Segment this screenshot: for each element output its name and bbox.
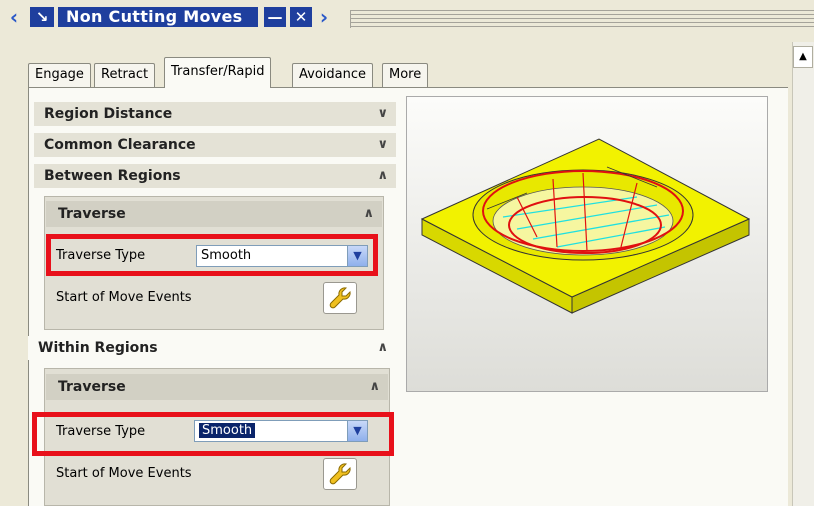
section-label: Within Regions — [38, 340, 158, 356]
close-icon[interactable]: ✕ — [290, 7, 312, 27]
tab-more[interactable]: More — [382, 63, 429, 87]
between-wrench-button[interactable] — [323, 282, 357, 314]
title-grip[interactable] — [350, 10, 814, 28]
title-bar: ‹ ↘ Non Cutting Moves — ✕ › — [0, 0, 814, 32]
section-common-clearance[interactable]: Common Clearance ∨ — [34, 133, 396, 157]
section-label: Between Regions — [44, 168, 181, 184]
vertical-scrollbar[interactable] — [792, 42, 814, 506]
section-label: Region Distance — [44, 106, 173, 122]
within-wrench-button[interactable] — [323, 458, 357, 490]
group-title: Traverse — [58, 206, 126, 222]
highlight-box — [46, 234, 378, 276]
between-start-events-label: Start of Move Events — [56, 290, 192, 305]
section-region-distance[interactable]: Region Distance ∨ — [34, 102, 396, 126]
chevron-down-icon[interactable]: ∨ — [377, 102, 388, 126]
preview-image — [406, 96, 768, 392]
section-within-regions[interactable]: Within Regions ∧ — [28, 336, 396, 360]
pin-icon[interactable]: ↘ — [30, 7, 54, 27]
tab-avoidance[interactable]: Avoidance — [292, 63, 373, 87]
tab-transfer-rapid[interactable]: Transfer/Rapid — [164, 57, 272, 88]
chevron-down-icon[interactable]: ∨ — [377, 133, 388, 157]
section-between-regions[interactable]: Between Regions ∧ — [34, 164, 396, 188]
chevron-up-icon[interactable]: ∧ — [377, 164, 388, 188]
within-start-events-label: Start of Move Events — [56, 466, 192, 481]
wrench-icon — [329, 287, 351, 309]
chevron-up-icon[interactable]: ∧ — [363, 201, 374, 227]
between-traverse-header[interactable]: Traverse ∧ — [46, 201, 382, 227]
within-traverse-header[interactable]: Traverse ∧ — [46, 374, 388, 400]
minimize-icon[interactable]: — — [264, 7, 286, 27]
window-title: Non Cutting Moves — [58, 7, 258, 27]
scroll-up-icon[interactable]: ▲ — [793, 46, 813, 68]
group-title: Traverse — [58, 379, 126, 395]
chevron-up-icon[interactable]: ∧ — [377, 336, 388, 360]
collapse-left-icon[interactable]: ‹ — [6, 7, 22, 27]
expand-right-icon[interactable]: › — [316, 7, 332, 27]
part-illustration — [420, 138, 751, 314]
section-label: Common Clearance — [44, 137, 196, 153]
wrench-icon — [329, 463, 351, 485]
highlight-box — [32, 412, 394, 456]
tab-engage[interactable]: Engage — [28, 63, 91, 87]
tab-retract[interactable]: Retract — [94, 63, 156, 87]
chevron-up-icon[interactable]: ∧ — [369, 374, 380, 400]
